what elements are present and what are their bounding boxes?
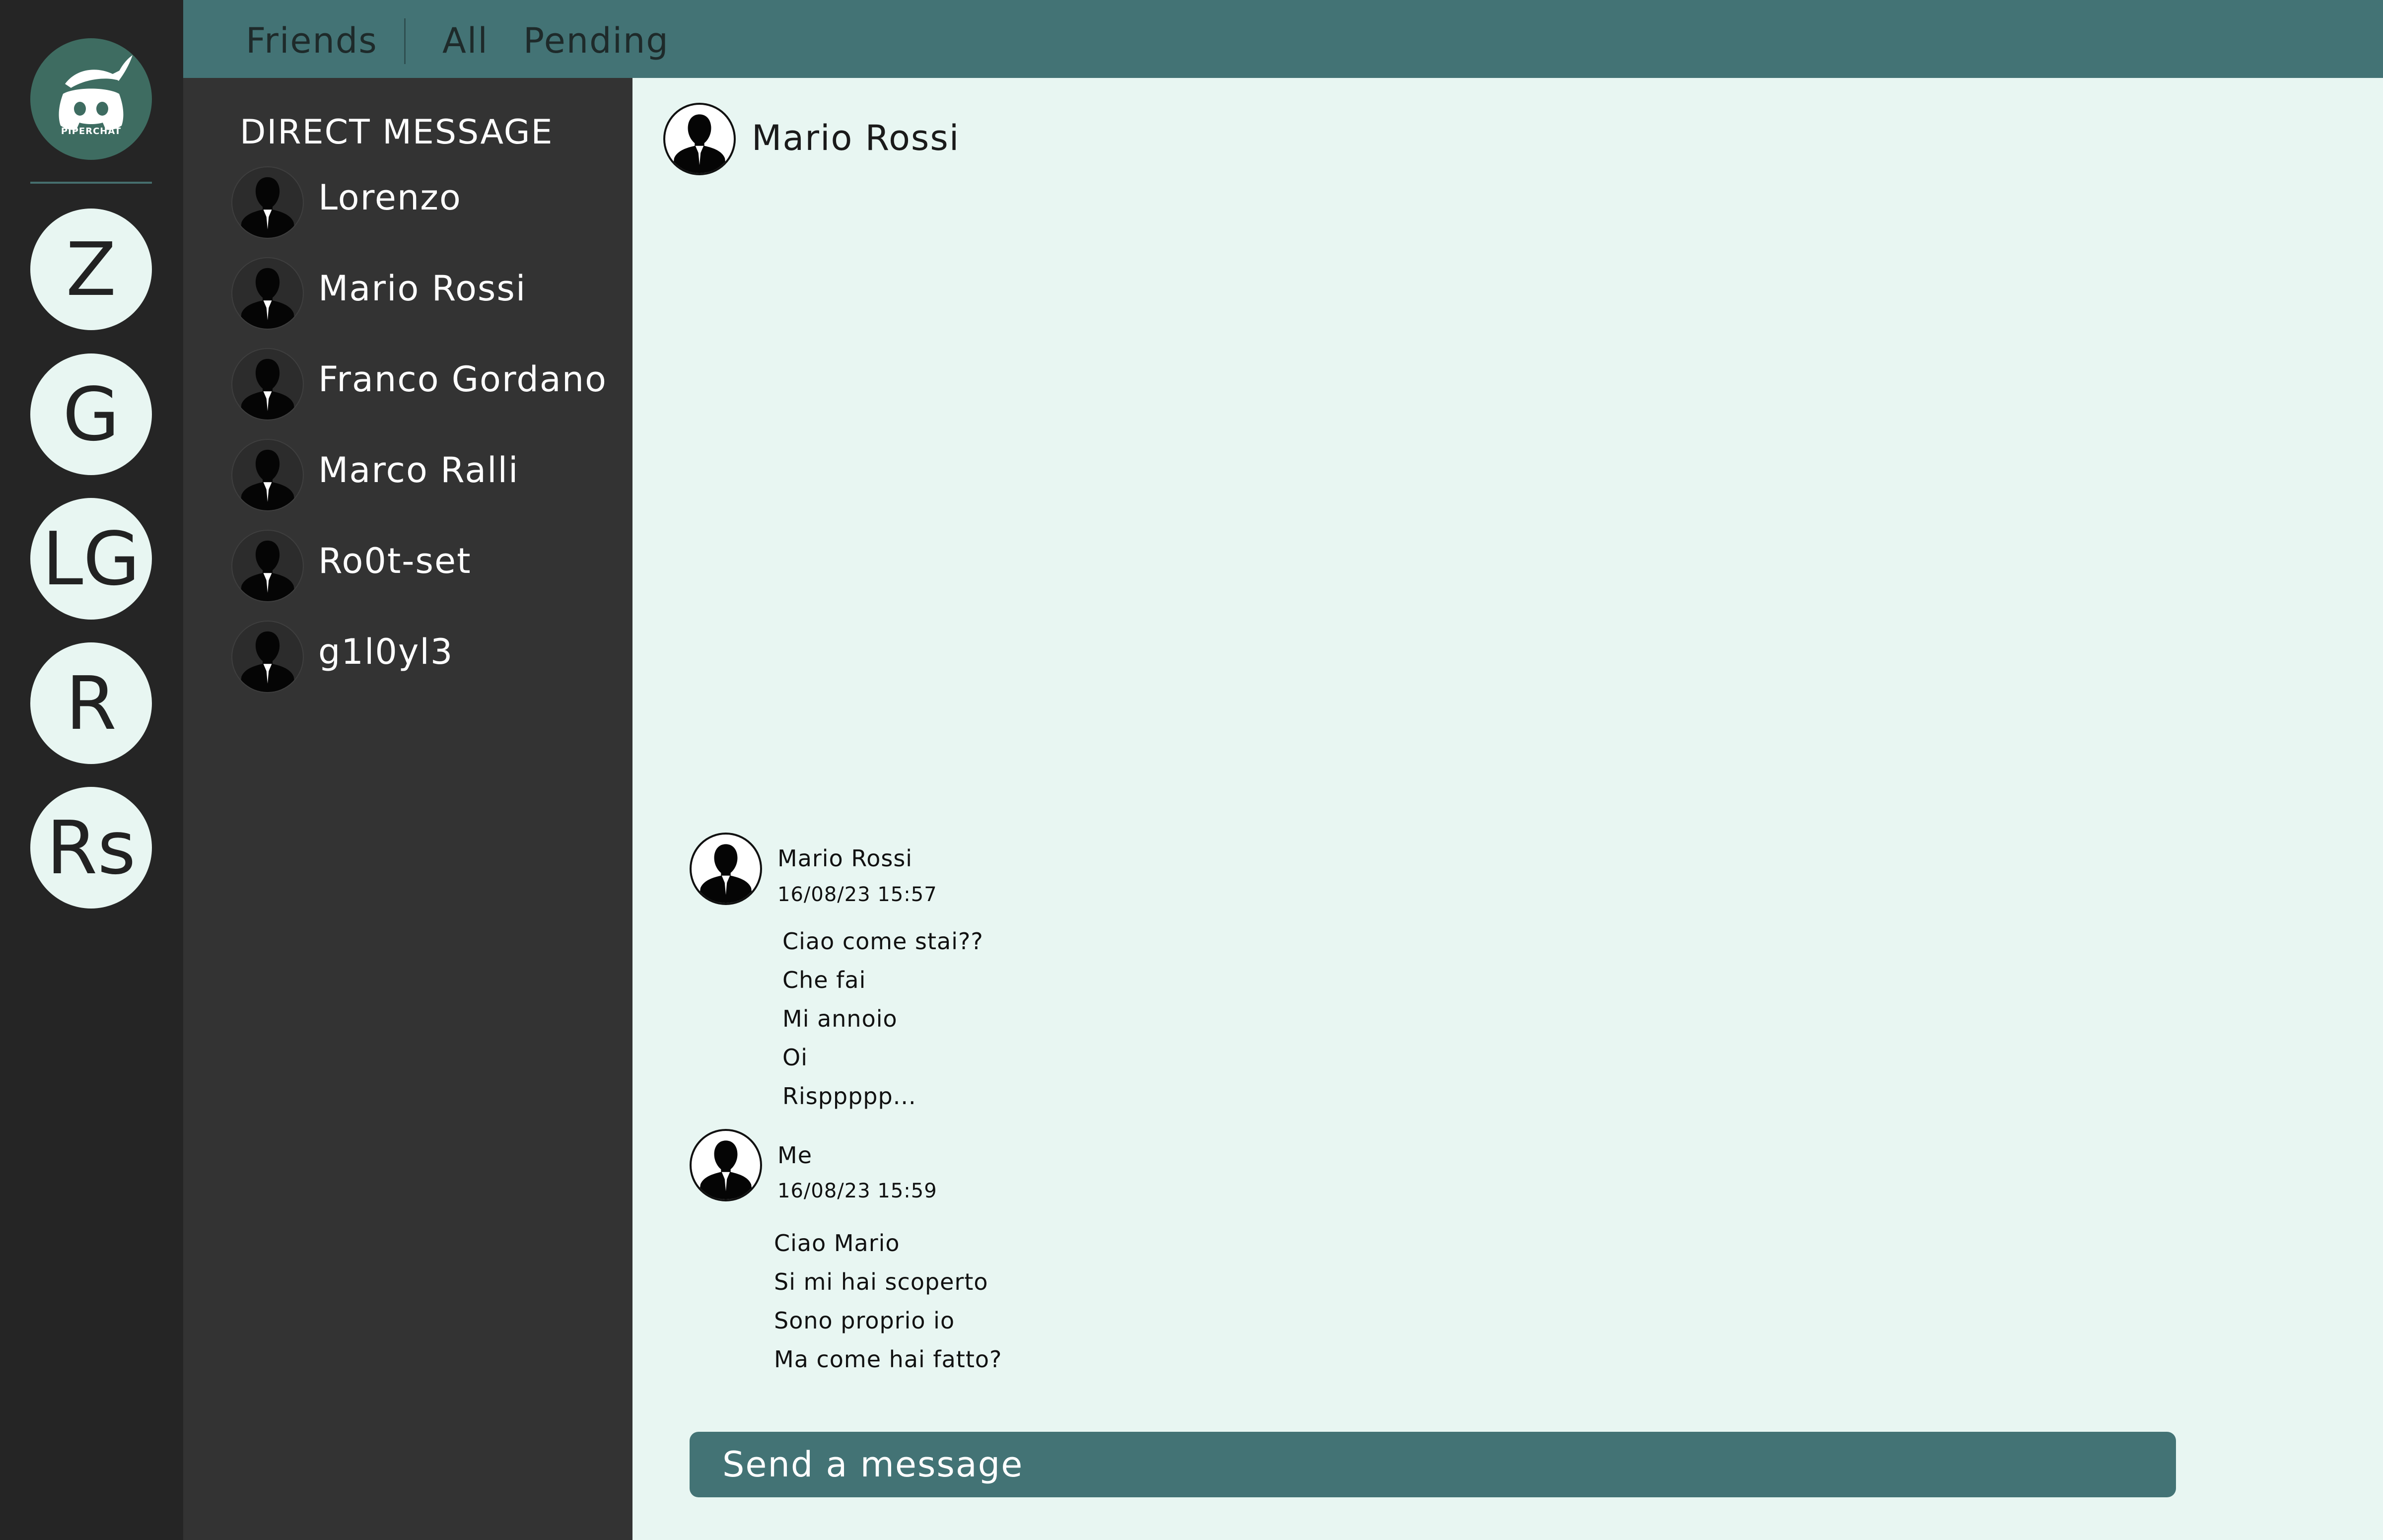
message-line: Risppppp... <box>782 1083 916 1110</box>
chat-panel: Mario Rossi Mario Rossi 16/08/23 15:57 C… <box>632 78 2383 1540</box>
message-line: Oi <box>782 1044 808 1071</box>
app-logo[interactable]: PIPERCHAT <box>30 38 152 160</box>
dm-section-title: DIRECT MESSAGE <box>240 113 554 152</box>
dm-item-g1l0yl3[interactable]: g1l0yl3 <box>231 621 629 695</box>
dm-item-label: Lorenzo <box>318 177 462 218</box>
message-line: Mi annoio <box>782 1005 898 1032</box>
user-silhouette-icon <box>231 257 304 330</box>
message-composer <box>690 1432 2176 1497</box>
user-silhouette-icon <box>663 103 736 175</box>
message-input[interactable] <box>690 1432 2176 1497</box>
message-author: Mario Rossi <box>777 845 913 872</box>
top-bar: Friends All Pending <box>183 0 2383 78</box>
message-line: Sono proprio io <box>774 1307 955 1334</box>
user-silhouette-icon <box>231 530 304 602</box>
tab-pending[interactable]: Pending <box>523 16 669 66</box>
dm-item-label: Mario Rossi <box>318 268 527 309</box>
chat-header-name: Mario Rossi <box>752 118 960 158</box>
user-silhouette-icon <box>690 833 762 905</box>
user-silhouette-icon <box>690 1129 762 1201</box>
server-icon-rs[interactable]: Rs <box>30 787 152 909</box>
dm-item-lorenzo[interactable]: Lorenzo <box>231 166 629 241</box>
dm-item-ro0t-set[interactable]: Ro0t-set <box>231 530 629 604</box>
server-rail: PIPERCHAT Z G LG R Rs <box>0 0 183 1540</box>
tab-friends[interactable]: Friends <box>246 16 378 66</box>
server-icon-lg[interactable]: LG <box>30 498 152 620</box>
dm-item-label: g1l0yl3 <box>318 631 454 672</box>
logo-text: PIPERCHAT <box>61 126 122 137</box>
message-timestamp: 16/08/23 15:57 <box>777 883 937 906</box>
server-icon-z[interactable]: Z <box>30 209 152 330</box>
user-silhouette-icon <box>231 621 304 693</box>
user-silhouette-icon <box>231 348 304 420</box>
rail-divider <box>30 182 152 184</box>
dm-item-marco-ralli[interactable]: Marco Ralli <box>231 439 629 513</box>
message-line: Ma come hai fatto? <box>774 1346 1002 1373</box>
dm-item-label: Ro0t-set <box>318 541 472 581</box>
message-body: Ciao Mario Si mi hai scoperto Sono propr… <box>774 1224 1002 1379</box>
message-line: Ciao Mario <box>774 1230 900 1257</box>
tab-all[interactable]: All <box>442 16 489 66</box>
discord-pirate-logo-icon <box>59 55 133 130</box>
user-silhouette-icon <box>231 439 304 511</box>
message-timestamp: 16/08/23 15:59 <box>777 1180 937 1202</box>
dm-item-franco-gordano[interactable]: Franco Gordano <box>231 348 629 422</box>
dm-item-label: Franco Gordano <box>318 359 607 400</box>
message-line: Ciao come stai?? <box>782 928 983 955</box>
direct-message-panel: DIRECT MESSAGE Lorenzo Mario Rossi Franc… <box>183 78 632 1540</box>
top-bar-divider <box>404 18 406 64</box>
message-line: Che fai <box>782 967 866 993</box>
dm-item-label: Marco Ralli <box>318 450 519 490</box>
user-silhouette-icon <box>231 166 304 239</box>
server-icon-g[interactable]: G <box>30 353 152 475</box>
server-icon-r[interactable]: R <box>30 642 152 764</box>
dm-item-mario-rossi[interactable]: Mario Rossi <box>231 257 629 332</box>
message-line: Si mi hai scoperto <box>774 1268 988 1295</box>
message-body: Ciao come stai?? Che fai Mi annoio Oi Ri… <box>782 922 983 1116</box>
message-author: Me <box>777 1142 812 1169</box>
